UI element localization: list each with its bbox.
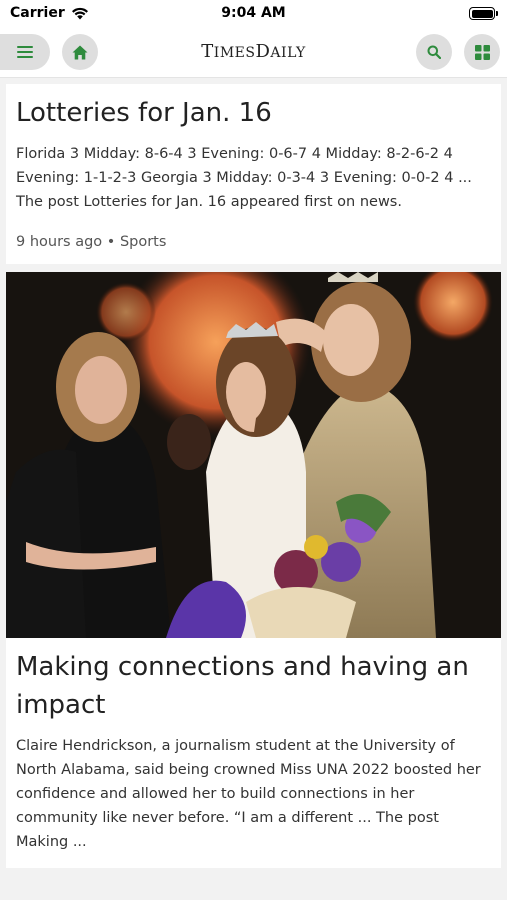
article-meta: 9 hours ago • Sports	[16, 234, 167, 250]
status-bar: Carrier 9:04 AM	[0, 0, 507, 28]
search-icon	[427, 45, 441, 59]
article-excerpt: Claire Hendrickson, a journalism student…	[16, 738, 481, 850]
news-feed: Lotteries for Jan. 16 Florida 3 Midday: …	[6, 84, 501, 876]
status-time: 9:04 AM	[221, 5, 286, 21]
article-excerpt: Florida 3 Midday: 8-6-4 3 Evening: 0-6-7…	[16, 146, 472, 210]
logo-letter-t: T	[201, 41, 214, 62]
article-card[interactable]: Making connections and having an impact …	[6, 272, 501, 868]
battery-icon	[469, 7, 498, 20]
logo-text-imes: IMES	[213, 45, 256, 61]
article-photo-illustration	[6, 272, 501, 638]
app-header: TIMESDAILY	[0, 28, 507, 78]
article-card[interactable]: Lotteries for Jan. 16 Florida 3 Midday: …	[6, 84, 501, 264]
logo-text-aily: AILY	[270, 45, 306, 61]
article-headline[interactable]: Lotteries for Jan. 16	[16, 94, 491, 132]
logo-letter-d: D	[255, 41, 271, 62]
article-photo[interactable]	[6, 272, 501, 638]
search-button[interactable]	[416, 34, 452, 70]
sections-button[interactable]	[464, 34, 500, 70]
grid-icon	[474, 44, 490, 60]
article-headline[interactable]: Making connections and having an impact	[16, 648, 491, 724]
